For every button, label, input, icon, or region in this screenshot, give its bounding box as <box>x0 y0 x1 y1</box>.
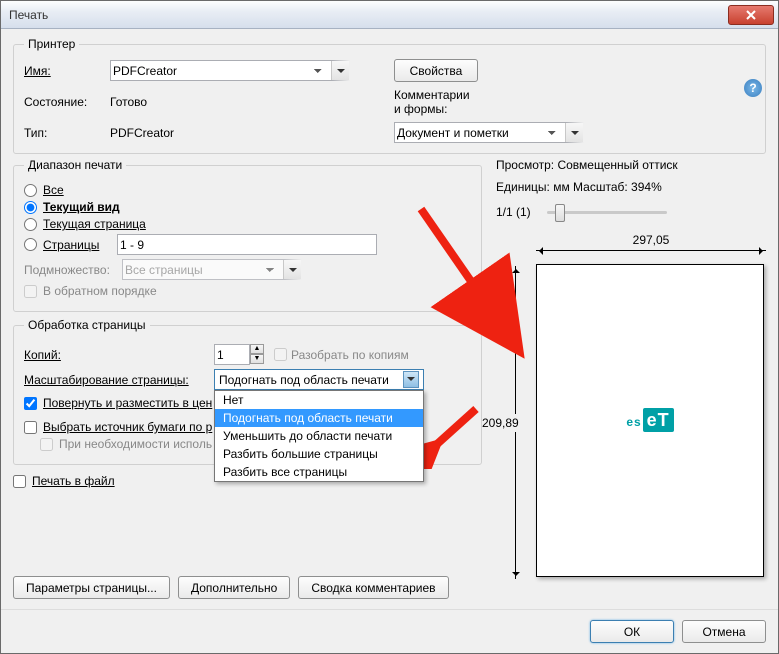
comments-select[interactable]: Документ и пометки <box>394 122 584 143</box>
use-custom-checkbox <box>40 438 53 451</box>
radio-current-view-input[interactable] <box>24 201 37 214</box>
spin-down-icon[interactable]: ▼ <box>250 354 264 364</box>
radio-current-view[interactable]: Текущий вид <box>24 200 471 214</box>
radio-current-view-label: Текущий вид <box>43 200 120 214</box>
dim-width: 297,05 <box>536 240 766 260</box>
collate-checkbox <box>274 348 287 361</box>
printer-group: Принтер Имя: PDFCreator Свойства Состоян… <box>13 37 766 154</box>
paper-source-checkbox[interactable] <box>24 421 37 434</box>
rotate-label: Повернуть и разместить в цен <box>43 396 212 410</box>
printer-name-label: Имя: <box>24 64 104 78</box>
copies-spinner[interactable]: ▲ ▼ <box>214 344 264 365</box>
print-dialog: Печать ? Принтер Имя: PDFCreator Свойств… <box>0 0 779 654</box>
chevron-down-icon <box>403 371 419 388</box>
scaling-option-shrink[interactable]: Уменьшить до области печати <box>215 427 423 445</box>
printer-type-value: PDFCreator <box>110 126 360 140</box>
print-range-group: Диапазон печати Все Текущий вид Текущая … <box>13 158 482 312</box>
subset-combo: Все страницы <box>122 259 302 280</box>
page-counter: 1/1 (1) <box>496 205 531 219</box>
help-icon[interactable]: ? <box>744 79 762 97</box>
printer-name-combo[interactable]: PDFCreator <box>110 60 350 81</box>
use-custom-label: При необходимости исполь <box>59 437 212 451</box>
radio-all[interactable]: Все <box>24 183 471 197</box>
preview-units: Единицы: мм Масштаб: 394% <box>496 180 766 194</box>
comments-combo[interactable]: Документ и пометки <box>394 122 584 143</box>
eset-logo: eseT <box>626 409 673 432</box>
subset-select: Все страницы <box>122 259 302 280</box>
preview-header: Просмотр: Совмещенный оттиск <box>496 158 766 172</box>
page-handling-group: Обработка страницы Копий: ▲ ▼ Разоб <box>13 318 482 465</box>
radio-pages-input[interactable] <box>24 238 37 251</box>
reverse-checkbox <box>24 285 37 298</box>
comments-summary-button[interactable]: Сводка комментариев <box>298 576 448 599</box>
slider-track <box>547 211 667 214</box>
close-button[interactable] <box>728 5 774 25</box>
dim-width-value: 297,05 <box>627 233 676 247</box>
slider-thumb[interactable] <box>555 204 565 222</box>
dim-height: 209,89 <box>496 266 534 579</box>
radio-current-page-input[interactable] <box>24 218 37 231</box>
print-range-label: Диапазон печати <box>24 158 126 172</box>
cancel-button[interactable]: Отмена <box>682 620 766 643</box>
scaling-current: Подогнать под область печати <box>219 373 389 387</box>
reverse-label: В обратном порядке <box>43 284 157 298</box>
radio-pages-label: Страницы <box>43 238 111 252</box>
reverse-check: В обратном порядке <box>24 284 471 298</box>
ok-button[interactable]: ОК <box>590 620 674 643</box>
radio-current-page-label: Текущая страница <box>43 217 146 231</box>
properties-button[interactable]: Свойства <box>394 59 478 82</box>
printer-group-label: Принтер <box>24 37 79 51</box>
scaling-option-tile-all[interactable]: Разбить все страницы <box>215 463 423 481</box>
copies-label: Копий: <box>24 348 214 362</box>
dim-height-value: 209,89 <box>482 414 519 432</box>
scaling-label: Масштабирование страницы: <box>24 373 214 387</box>
collate-label: Разобрать по копиям <box>291 348 409 362</box>
paper-source-label: Выбрать источник бумаги по р <box>43 420 212 434</box>
radio-all-input[interactable] <box>24 184 37 197</box>
radio-current-page[interactable]: Текущая страница <box>24 217 471 231</box>
preview-area: 297,05 209,89 eseT <box>496 240 766 599</box>
printer-type-label: Тип: <box>24 126 104 140</box>
radio-pages[interactable]: Страницы <box>24 234 471 255</box>
titlebar: Печать <box>1 1 778 29</box>
rotate-checkbox[interactable] <box>24 397 37 410</box>
printer-state-label: Состояние: <box>24 95 104 109</box>
zoom-slider[interactable] <box>547 204 667 220</box>
page-handling-label: Обработка страницы <box>24 318 150 332</box>
copies-input[interactable] <box>214 344 250 365</box>
scaling-option-tile-large[interactable]: Разбить большие страницы <box>215 445 423 463</box>
comments-label: Комментарии и формы: <box>394 88 474 116</box>
radio-all-label: Все <box>43 183 64 197</box>
scaling-dropdown[interactable]: Нет Подогнать под область печати Уменьши… <box>214 390 424 482</box>
close-icon <box>746 10 756 20</box>
pages-input[interactable] <box>117 234 377 255</box>
scaling-option-none[interactable]: Нет <box>215 391 423 409</box>
printer-name-select[interactable]: PDFCreator <box>110 60 350 81</box>
spin-up-icon[interactable]: ▲ <box>250 344 264 354</box>
subset-label: Подмножество: <box>24 263 122 277</box>
scaling-option-fit[interactable]: Подогнать под область печати <box>215 409 423 427</box>
dialog-footer: ОК Отмена <box>1 609 778 653</box>
window-title: Печать <box>9 8 728 22</box>
page-setup-button[interactable]: Параметры страницы... <box>13 576 170 599</box>
print-to-file-label: Печать в файл <box>32 474 115 488</box>
print-to-file-checkbox[interactable] <box>13 475 26 488</box>
advanced-button[interactable]: Дополнительно <box>178 576 290 599</box>
scaling-combo[interactable]: Подогнать под область печати Нет Подогна… <box>214 369 424 390</box>
preview-page: eseT <box>536 264 764 577</box>
printer-state-value: Готово <box>110 95 360 109</box>
